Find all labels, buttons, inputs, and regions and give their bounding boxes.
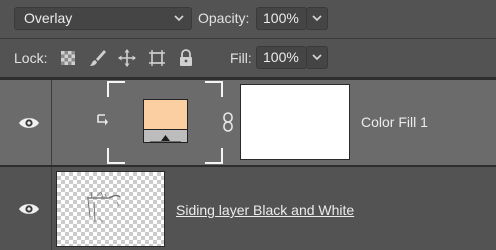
layer-row-color-fill[interactable]: Color Fill 1 bbox=[0, 80, 496, 165]
lock-label: Lock: bbox=[14, 50, 48, 66]
layer-row-siding[interactable]: Siding layer Black and White bbox=[0, 167, 496, 250]
eye-icon bbox=[19, 204, 39, 214]
blend-opacity-bar: Overlay Opacity: 100% bbox=[0, 0, 496, 38]
link-icon[interactable] bbox=[222, 112, 234, 132]
clipping-mask-icon bbox=[97, 114, 108, 126]
blend-mode-value: Overlay bbox=[24, 10, 73, 26]
visibility-toggle[interactable] bbox=[0, 80, 52, 165]
layer-thumbnail[interactable] bbox=[56, 171, 165, 247]
fill-value: 100% bbox=[263, 49, 299, 65]
lock-fill-bar: Lock: Fill: 100% bbox=[0, 39, 496, 77]
triangle-icon bbox=[150, 135, 181, 143]
lock-position-icon[interactable] bbox=[117, 48, 137, 68]
fill-input[interactable]: 100% bbox=[256, 46, 307, 69]
chevron-down-icon bbox=[169, 8, 189, 29]
opacity-value: 100% bbox=[263, 10, 299, 26]
opacity-input[interactable]: 100% bbox=[256, 7, 307, 30]
fill-slider-toggle[interactable] bbox=[306, 46, 328, 69]
chevron-down-icon bbox=[312, 15, 322, 22]
layer-name[interactable]: Color Fill 1 bbox=[361, 114, 428, 130]
siding-sketch-image bbox=[87, 191, 121, 223]
lock-all-icon[interactable] bbox=[176, 48, 196, 68]
visibility-toggle[interactable] bbox=[0, 167, 52, 250]
lock-transparent-pixels-icon[interactable] bbox=[58, 48, 78, 68]
lock-image-pixels-icon[interactable] bbox=[88, 48, 108, 68]
chevron-down-icon bbox=[312, 54, 322, 61]
blend-mode-dropdown[interactable]: Overlay bbox=[14, 7, 192, 30]
fill-swatch-bar bbox=[144, 129, 187, 143]
opacity-slider-toggle[interactable] bbox=[306, 7, 328, 30]
layer-name[interactable]: Siding layer Black and White bbox=[176, 202, 354, 218]
color-fill-thumbnail[interactable] bbox=[143, 99, 188, 143]
layer-mask-thumbnail[interactable] bbox=[240, 84, 350, 160]
lock-artboard-icon[interactable] bbox=[147, 48, 167, 68]
fill-label: Fill: bbox=[230, 50, 252, 66]
eye-icon bbox=[19, 118, 39, 128]
opacity-label: Opacity: bbox=[198, 10, 250, 26]
